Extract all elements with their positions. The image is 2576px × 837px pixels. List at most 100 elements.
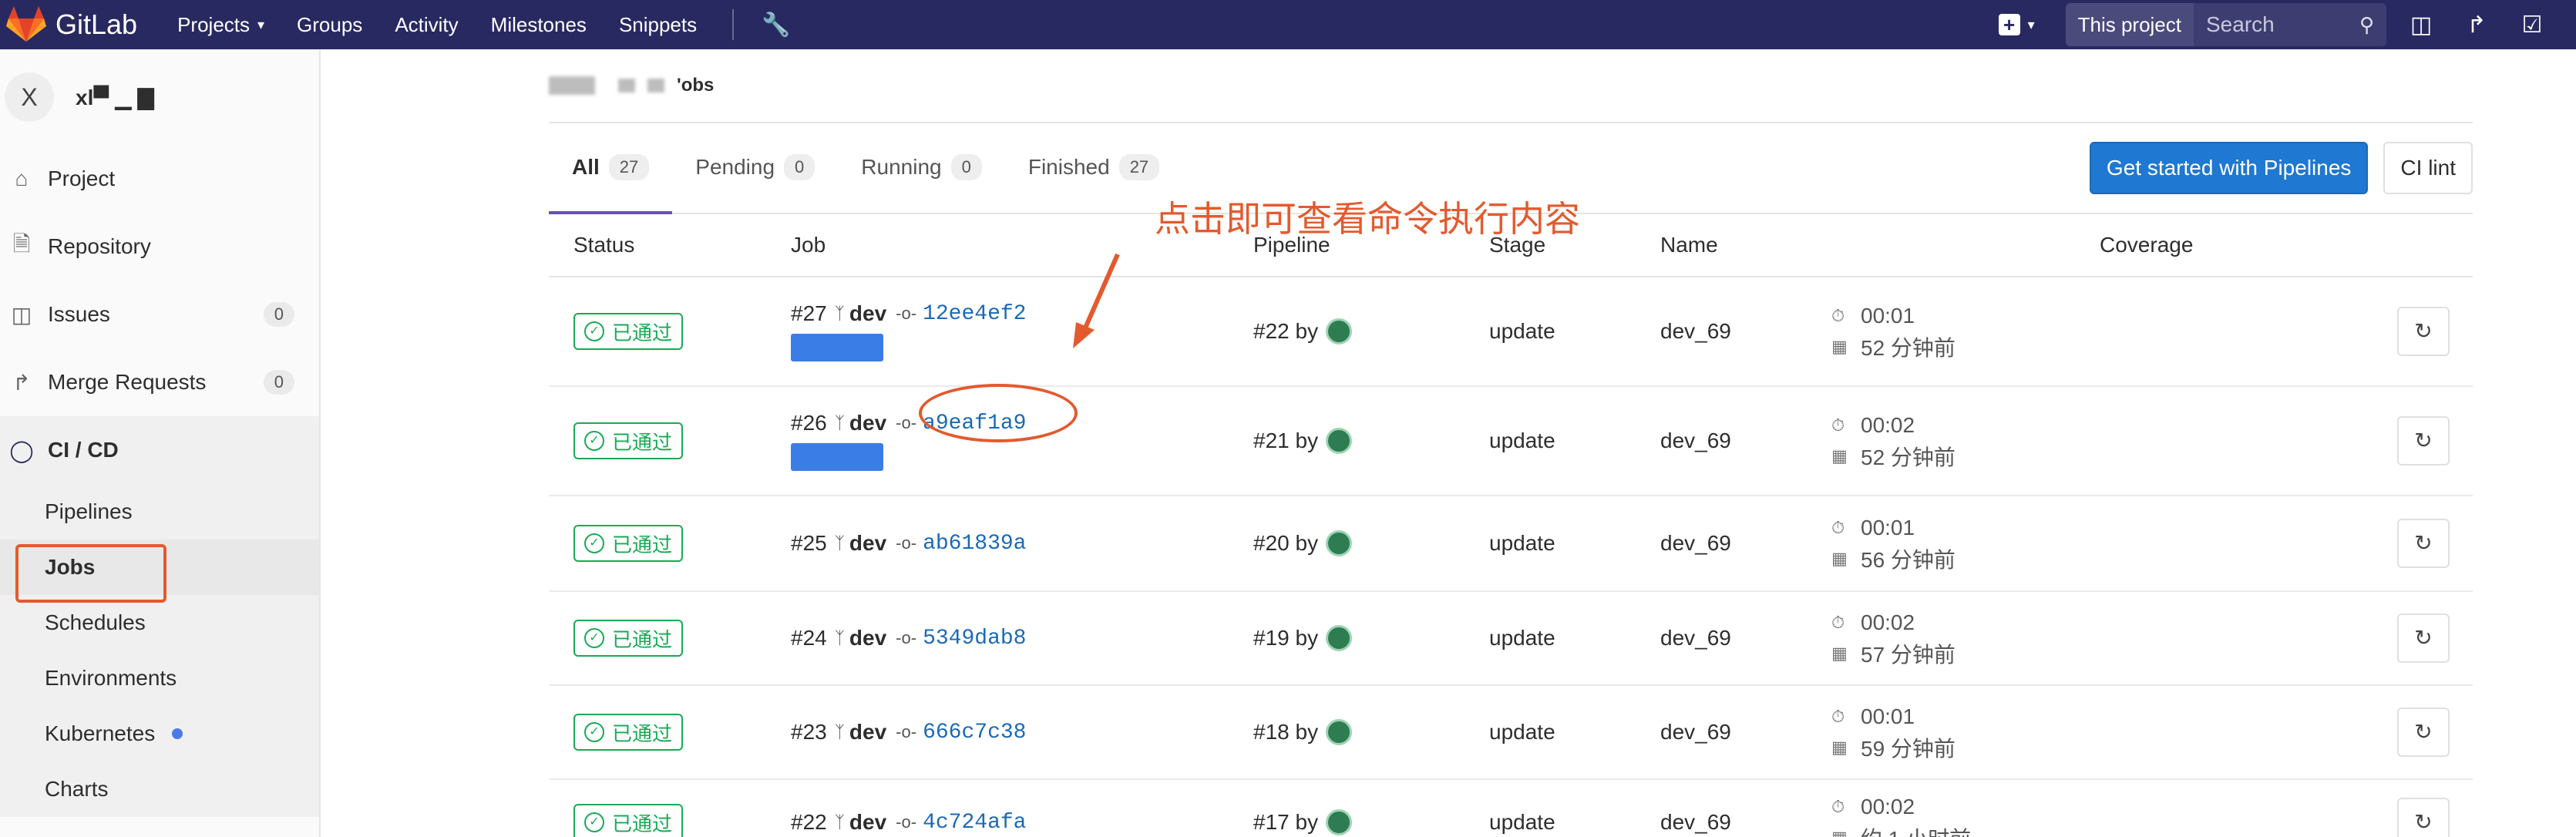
- job-id-link[interactable]: #27: [791, 301, 827, 326]
- sidebar-item-issues[interactable]: ◫ Issues 0: [0, 281, 319, 348]
- sidebar-subitem-pipelines[interactable]: Pipelines: [0, 484, 319, 540]
- sidebar-toggle-icon[interactable]: ◫: [2410, 12, 2433, 39]
- search-input[interactable]: [2206, 12, 2352, 37]
- merge-request-icon[interactable]: ↱: [2465, 12, 2488, 39]
- retry-button[interactable]: ↻: [2397, 798, 2450, 837]
- branch-link[interactable]: dev: [849, 626, 886, 650]
- sidebar-item-merge-requests[interactable]: ↱ Merge Requests 0: [0, 348, 319, 416]
- retry-button[interactable]: ↻: [2397, 307, 2450, 356]
- todo-check-icon[interactable]: ☑: [2521, 12, 2544, 39]
- user-avatar[interactable]: [1326, 530, 1353, 556]
- timer-icon: ⏱: [1831, 707, 1845, 726]
- search-icon[interactable]: ⚲: [2359, 13, 2374, 37]
- sidebar-subitem-kubernetes[interactable]: Kubernetes: [0, 706, 319, 761]
- status-badge[interactable]: ✓ 已通过: [573, 422, 684, 459]
- breadcrumb-current[interactable]: 'obs: [677, 75, 714, 96]
- nav-snippets[interactable]: Snippets: [619, 13, 697, 37]
- job-id-link[interactable]: #24: [791, 626, 827, 650]
- commit-icon: -o-: [896, 722, 917, 741]
- branch-icon: ᛉ: [834, 413, 845, 432]
- search-form: This project ⚲: [2065, 3, 2386, 46]
- pipeline-link[interactable]: #22 by: [1253, 319, 1318, 344]
- user-avatar[interactable]: [1326, 809, 1353, 835]
- admin-wrench-icon[interactable]: 🔧: [762, 12, 790, 39]
- coverage-cell: ↻: [2100, 592, 2473, 684]
- status-badge[interactable]: ✓ 已通过: [573, 620, 684, 657]
- commit-icon: -o-: [896, 533, 917, 553]
- user-avatar[interactable]: [1326, 318, 1353, 345]
- nav-milestones[interactable]: Milestones: [491, 13, 587, 37]
- retry-button[interactable]: ↻: [2397, 613, 2450, 663]
- commit-sha-link[interactable]: 666c7c38: [923, 721, 1026, 745]
- timing-cell: ⏱ 00:01 ▦ 59 分钟前: [1831, 701, 2100, 763]
- user-avatar[interactable]: [1326, 428, 1353, 454]
- user-avatar[interactable]: [1326, 719, 1353, 745]
- status-badge[interactable]: ✓ 已通过: [573, 525, 684, 562]
- pipeline-link[interactable]: #19 by: [1253, 626, 1318, 650]
- get-started-pipelines-button[interactable]: Get started with Pipelines: [2089, 142, 2369, 194]
- branch-link[interactable]: dev: [849, 810, 886, 835]
- duration-line: ⏱ 00:01: [1831, 513, 2100, 543]
- sidebar-item-repository[interactable]: 🗎 Repository: [0, 213, 319, 281]
- user-avatar[interactable]: [1326, 625, 1353, 651]
- status-badge[interactable]: ✓ 已通过: [573, 804, 684, 837]
- job-line: #24 ᛉ dev -o- 5349dab8: [791, 626, 1253, 650]
- pipeline-link[interactable]: #20 by: [1253, 531, 1318, 556]
- new-dropdown-button[interactable]: + ▾: [1998, 14, 2035, 35]
- commit-sha-link[interactable]: ab61839a: [923, 532, 1026, 556]
- pipeline-cell: #18 by: [1253, 719, 1489, 745]
- nav-activity[interactable]: Activity: [395, 13, 458, 37]
- gitlab-logo[interactable]: GitLab: [6, 0, 137, 49]
- job-id-link[interactable]: #23: [791, 720, 827, 745]
- sidebar-subitem-label: Kubernetes: [45, 721, 156, 745]
- retry-button[interactable]: ↻: [2397, 519, 2450, 568]
- pipeline-cell: #17 by: [1253, 809, 1489, 835]
- status-label: 已通过: [612, 430, 673, 454]
- status-cell: ✓ 已通过: [549, 620, 791, 657]
- pipeline-line: #21 by: [1253, 428, 1489, 454]
- tab-pending[interactable]: Pending 0: [672, 122, 838, 213]
- sidebar-item-label: Issues: [48, 302, 110, 326]
- home-icon: ⌂: [15, 166, 29, 190]
- sidebar-subitem-charts[interactable]: Charts: [0, 761, 319, 817]
- branch-link[interactable]: dev: [849, 531, 886, 556]
- commit-sha-link[interactable]: 4c724afa: [923, 811, 1026, 835]
- search-scope-badge[interactable]: This project: [2065, 3, 2194, 46]
- pipeline-cell: #22 by: [1253, 318, 1489, 345]
- sidebar-subitem-schedules[interactable]: Schedules: [0, 595, 319, 650]
- branch-link[interactable]: dev: [849, 720, 886, 745]
- sidebar-item-label: Repository: [48, 234, 151, 258]
- pipeline-link[interactable]: #17 by: [1253, 810, 1318, 835]
- tab-all[interactable]: All 27: [549, 122, 673, 214]
- tab-running[interactable]: Running 0: [838, 122, 1005, 213]
- branch-icon: ᛉ: [834, 812, 845, 832]
- retry-button[interactable]: ↻: [2397, 416, 2450, 466]
- nav-projects[interactable]: Projects ▾: [177, 13, 264, 37]
- job-id-link[interactable]: #25: [791, 531, 827, 556]
- sidebar-subitem-jobs[interactable]: Jobs: [0, 540, 319, 603]
- job-id-link[interactable]: #26: [791, 411, 827, 435]
- sidebar-subitem-environments[interactable]: Environments: [0, 650, 319, 706]
- header-coverage: Coverage: [2100, 233, 2194, 257]
- sidebar-item-project[interactable]: ⌂ Project: [0, 145, 319, 213]
- ci-lint-button[interactable]: CI lint: [2383, 142, 2473, 194]
- finished-line: ▦ 约 1 小时前: [1831, 822, 2100, 837]
- nav-groups[interactable]: Groups: [297, 13, 362, 37]
- finished-value: 56 分钟前: [1861, 548, 1956, 572]
- commit-sha-link[interactable]: 5349dab8: [923, 627, 1026, 650]
- project-header[interactable]: X xl▀ ▁ ▇: [0, 49, 319, 145]
- branch-link[interactable]: dev: [849, 411, 886, 435]
- status-badge[interactable]: ✓ 已通过: [573, 714, 684, 751]
- branch-link[interactable]: dev: [849, 301, 886, 326]
- retry-button[interactable]: ↻: [2397, 708, 2450, 757]
- commit-sha-link[interactable]: 12ee4ef2: [923, 302, 1026, 326]
- status-badge[interactable]: ✓ 已通过: [573, 313, 684, 350]
- job-id-link[interactable]: #22: [791, 810, 827, 835]
- pipeline-link[interactable]: #21 by: [1253, 429, 1318, 453]
- main-content: 'obs All 27 Pending 0 Running 0 Finished…: [549, 49, 2473, 837]
- coverage-cell: ↻: [2100, 496, 2473, 590]
- pipeline-link[interactable]: #18 by: [1253, 720, 1318, 745]
- sidebar-item-ci-cd[interactable]: ◯ CI / CD: [0, 416, 319, 484]
- name-cell: dev_69: [1660, 810, 1731, 834]
- pipeline-cell: #19 by: [1253, 625, 1489, 651]
